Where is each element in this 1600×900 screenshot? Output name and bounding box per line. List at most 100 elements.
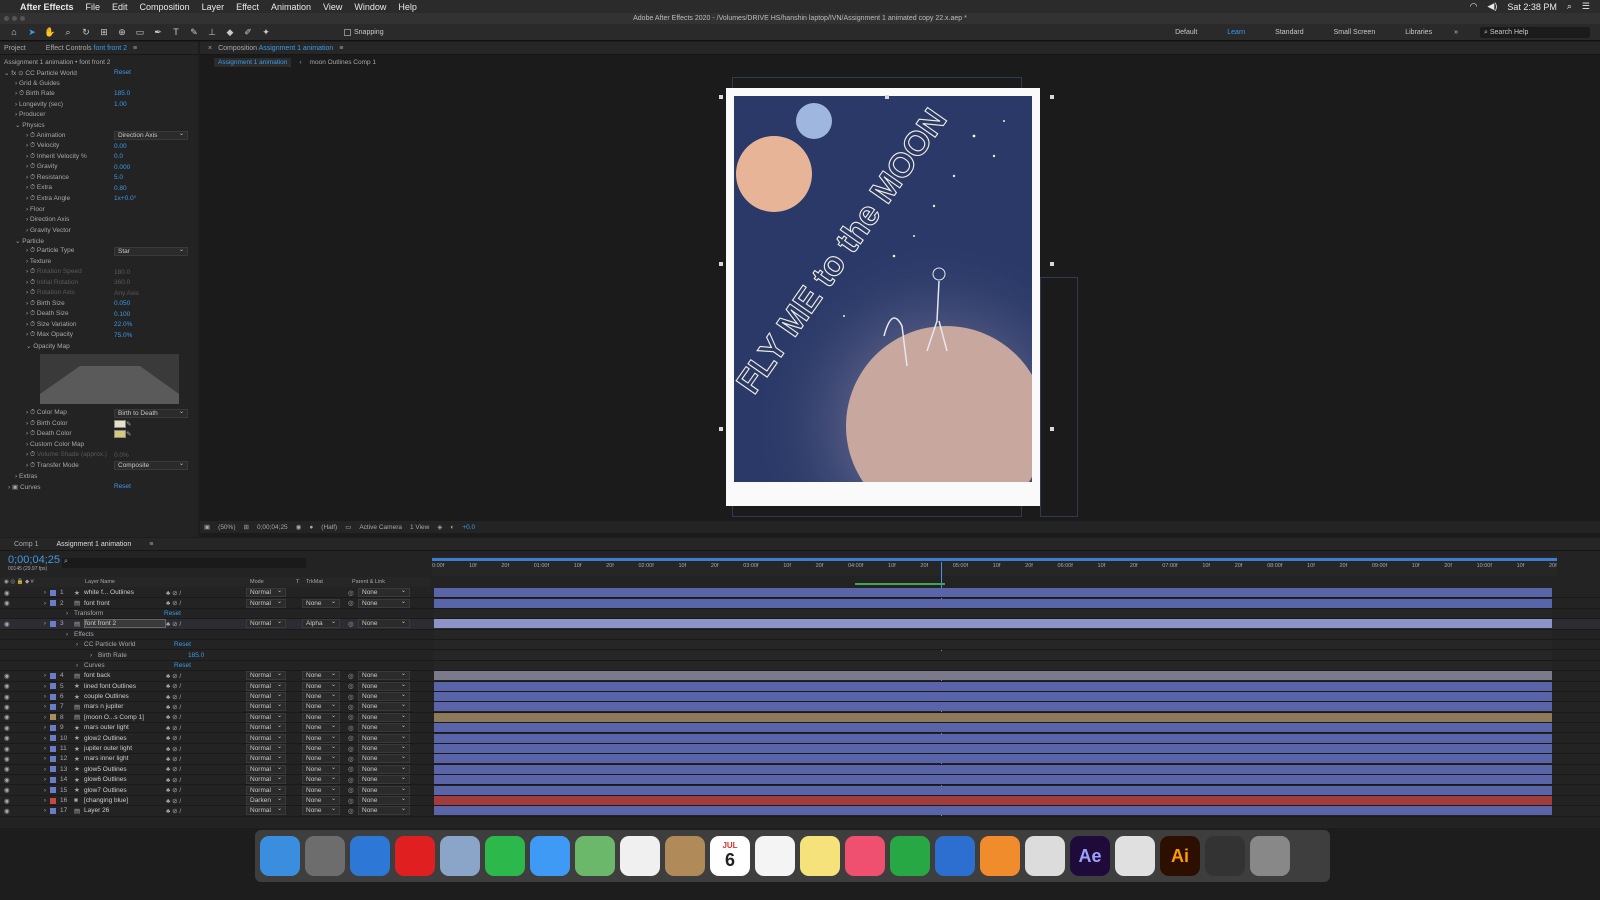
label-color-swatch[interactable] [50,693,56,700]
mode-dropdown[interactable]: Normal [246,722,286,733]
stopwatch-icon[interactable]: ⏱ [30,195,37,202]
property-row[interactable]: › CC Particle World Reset [0,640,1600,651]
comp-canvas[interactable]: FLY ME to the MOON [726,88,1040,506]
switches[interactable]: ♣ ⊘ / [166,620,246,628]
ec-label[interactable]: › Texture [4,258,114,265]
layer-row[interactable]: ◉›11★jupiter outer light♣ ⊘ /NormalNone◎… [0,743,1600,755]
ec-value[interactable]: 0.80 [114,185,127,192]
spotlight-icon[interactable]: ⌕ [1567,1,1572,12]
trkmat-dropdown[interactable]: None [302,733,340,743]
reset-link[interactable]: Reset [174,641,191,648]
layer-duration-bar[interactable] [434,681,1552,691]
pickwhip-icon[interactable]: ◎ [348,786,358,794]
menu-view[interactable]: View [323,2,342,12]
ec-label[interactable]: › Direction Axis [4,216,114,223]
layer-name[interactable]: mars inner light [84,755,166,762]
lock-icon[interactable]: › [12,766,46,773]
pickwhip-icon[interactable]: ◎ [348,745,358,753]
camera-dropdown[interactable]: Active Camera [359,524,402,531]
parent-dropdown[interactable]: None [358,691,410,702]
workspace-small-screen[interactable]: Small Screen [1334,29,1376,36]
layer-name[interactable]: glow2 Outlines [84,735,166,742]
layer-name[interactable]: glow6 Outlines [84,776,166,783]
stopwatch-icon[interactable]: ⏱ [30,300,37,307]
parent-dropdown[interactable]: None [358,587,410,598]
parent-dropdown[interactable]: None [358,598,410,608]
transform-handle[interactable] [885,95,889,99]
label-color-swatch[interactable] [50,683,56,690]
zoom-dropdown[interactable]: (50%) [218,524,235,531]
lock-icon[interactable]: › [12,787,46,794]
launchpad-icon[interactable] [305,836,345,876]
pickwhip-icon[interactable]: ◎ [348,620,358,628]
ec-value[interactable]: 360.0 [114,279,130,286]
tab-effect-controls[interactable]: Effect Controls font front 2 [46,45,127,52]
layer-row[interactable]: ◉›9★mars outer light♣ ⊘ /NormalNone◎None [0,722,1600,734]
menu-file[interactable]: File [86,2,101,12]
layer-duration-bar[interactable] [434,785,1552,795]
region-icon[interactable]: ▭ [345,523,351,531]
tab-composition[interactable]: Composition Assignment 1 animation [218,45,333,52]
stopwatch-icon[interactable]: ⏱ [30,184,37,191]
layer-duration-bar[interactable] [434,744,1552,754]
layer-name[interactable]: [changing blue] [84,797,166,804]
label-color-swatch[interactable] [50,600,56,607]
lock-icon[interactable]: › [12,797,46,804]
trkmat-dropdown[interactable]: None [302,670,340,681]
ec-dropdown[interactable]: Direction Axis [114,130,188,141]
switches[interactable]: ♣ ⊘ / [166,713,246,721]
layer-row[interactable]: ◉›4▤font back♣ ⊘ /NormalNone◎None [0,670,1600,682]
ec-value[interactable]: 75.0% [114,332,132,339]
visibility-eye-icon[interactable]: ◉ [0,693,12,701]
ec-label[interactable]: › ⏱ Rotation Axis [4,289,114,297]
switches[interactable]: ♣ ⊘ / [166,599,246,607]
label-color-swatch[interactable] [50,735,56,742]
visibility-eye-icon[interactable]: ◉ [0,713,12,721]
layer-name[interactable]: [moon O...s Comp 1] [84,714,166,721]
ec-label[interactable]: › Custom Color Map [4,441,114,448]
ec-label[interactable]: › ⏱ Extra [4,184,114,192]
ec-label[interactable]: › ⏱ Death Color [4,430,114,438]
layer-duration-bar[interactable] [434,671,1552,681]
parent-dropdown[interactable]: None [358,785,410,795]
color-swatch[interactable] [114,419,126,428]
workspace-default[interactable]: Default [1175,29,1197,36]
label-color-swatch[interactable] [50,724,56,731]
ec-label[interactable]: › ⏱ Volume Shade (approx.) [4,451,114,459]
volume-icon[interactable]: ◀) [1487,1,1497,12]
layer-duration-bar[interactable] [434,588,1552,598]
workspace-standard[interactable]: Standard [1275,29,1303,36]
mode-dropdown[interactable]: Normal [246,764,286,774]
zoom-window-button[interactable] [20,16,25,21]
trkmat-dropdown[interactable]: None [302,774,340,785]
wifi-icon[interactable]: ◠ [1470,1,1478,12]
eyedropper-icon[interactable]: ✎ [126,430,131,438]
stopwatch-icon[interactable]: ⏱ [30,462,37,469]
parent-dropdown[interactable]: None [358,743,410,754]
stopwatch-icon[interactable]: ⏱ [30,409,37,416]
parent-header[interactable]: Parent & Link [352,579,385,585]
layer-row[interactable]: ◉› 1 ★ white f... Outlines♣ ⊘ /Normal ◎None [0,587,1600,599]
pickwhip-icon[interactable]: ◎ [348,765,358,773]
lock-icon[interactable]: › [12,703,46,710]
pickwhip-icon[interactable]: ◎ [348,589,358,597]
lock-icon[interactable]: › [12,745,46,752]
sketchup-icon[interactable] [1025,836,1065,876]
layer-row[interactable]: ◉› 3 ▤font front 2♣ ⊘ /Normal Alpha ◎None [0,618,1600,630]
mode-dropdown[interactable]: Normal [246,805,286,816]
pickwhip-icon[interactable]: ◎ [348,599,358,607]
ec-label[interactable]: › Grid & Guides [4,80,114,87]
parent-dropdown[interactable]: None [358,712,410,722]
tab-project[interactable]: Project [4,45,26,52]
layer-duration-bar[interactable] [434,733,1552,743]
snapping-checkbox[interactable] [344,28,351,36]
search-help-field[interactable]: ⌕ Search Help [1480,26,1590,38]
ec-value[interactable]: 185.0 [114,90,130,97]
lock-icon[interactable]: › [12,589,46,596]
home-icon[interactable]: ⌂ [8,26,20,38]
ec-value[interactable]: 0.00 [114,143,127,150]
ec-label[interactable]: › ⏱ Initial Rotation [4,279,114,287]
fx-icon[interactable]: ▣ [12,484,20,491]
ec-value[interactable]: 22.0% [114,321,132,328]
chrome-icon[interactable] [1115,836,1155,876]
